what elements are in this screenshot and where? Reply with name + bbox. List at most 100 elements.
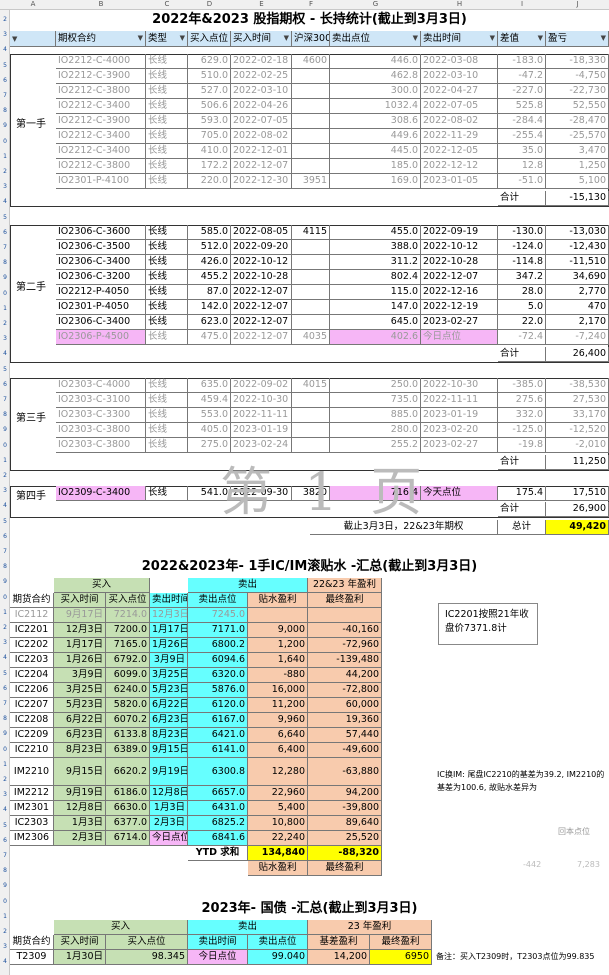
table-cell[interactable]: -51.0 (498, 174, 546, 189)
table-cell[interactable]: 2月3日 (150, 816, 188, 831)
table-cell[interactable]: 35.0 (498, 144, 546, 159)
table-cell[interactable]: 2月3日 (54, 831, 106, 846)
row-number[interactable]: 6 (0, 381, 10, 389)
table-cell[interactable]: 6950 (370, 950, 432, 965)
table-cell[interactable]: 445.0 (330, 144, 421, 159)
table-cell[interactable]: T2309 (10, 950, 54, 965)
table-cell[interactable]: 长线 (146, 240, 188, 255)
table-cell[interactable]: 2022-02-25 (231, 69, 292, 84)
chevron-down-icon[interactable]: ▼ (601, 31, 606, 46)
row-number[interactable]: 6 (0, 685, 10, 693)
subheader-5[interactable]: 贴水盈利 (248, 593, 308, 608)
row-number[interactable]: 7 (0, 244, 10, 252)
table-cell[interactable]: 629.0 (188, 54, 231, 69)
table-cell[interactable]: -130.0 (498, 225, 546, 240)
ytd-final[interactable]: -88,320 (308, 846, 382, 861)
table-cell[interactable]: 635.0 (188, 378, 231, 393)
row-number[interactable]: 4 (0, 46, 10, 54)
table-cell[interactable]: 220.0 (188, 174, 231, 189)
ytd-label[interactable]: YTD 求和 (188, 846, 248, 861)
row-number[interactable]: 4 (0, 502, 10, 510)
column-header-H[interactable]: H (421, 0, 498, 8)
table-cell[interactable]: IO2303-C-4000 (56, 378, 146, 393)
table-cell[interactable]: IM2306 (10, 831, 54, 846)
table-cell[interactable] (292, 270, 330, 285)
table-cell[interactable]: 585.0 (188, 225, 231, 240)
table-cell[interactable]: -139,480 (308, 653, 382, 668)
header-1[interactable]: 类型 ▼ (146, 31, 188, 47)
row-number[interactable]: 6 (0, 837, 10, 845)
table-cell[interactable]: 275.6 (498, 393, 546, 408)
table-cell[interactable]: 11,200 (248, 698, 308, 713)
column-header-C[interactable]: C (146, 0, 188, 8)
row-number[interactable]: 9 (0, 578, 10, 586)
table-cell[interactable]: 4115 (292, 225, 330, 240)
header-6[interactable]: 卖出时间 ▼ (421, 31, 498, 47)
row-number[interactable]: 1 (0, 153, 10, 161)
sum-value[interactable]: 11,250 (546, 455, 609, 470)
subheader-5[interactable]: 基差盈利 (308, 935, 370, 950)
table-cell[interactable]: 9月19日 (54, 786, 106, 801)
column-header-F[interactable]: F (292, 0, 330, 8)
row-number[interactable]: 9 (0, 882, 10, 890)
table-cell[interactable]: 长线 (146, 54, 188, 69)
table-cell[interactable]: 19,360 (308, 713, 382, 728)
column-header-E[interactable]: E (231, 0, 292, 8)
table-cell[interactable]: 2022-03-10 (421, 69, 498, 84)
subheader-2[interactable]: 买入点位 (106, 593, 150, 608)
row-number[interactable]: 6 (0, 77, 10, 85)
table-cell[interactable]: IO2306-P-4500 (56, 330, 146, 345)
table-cell[interactable]: IO2212-C-3400 (56, 99, 146, 114)
table-cell[interactable] (308, 608, 382, 623)
row-number[interactable]: 9 (0, 274, 10, 282)
table-cell[interactable]: 2023-02-27 (421, 315, 498, 330)
header-7[interactable]: 差值 ▼ (498, 31, 546, 47)
table-cell[interactable]: 6841.6 (188, 831, 248, 846)
row-number[interactable]: 4 (0, 654, 10, 662)
header-sell[interactable]: 卖出 (188, 578, 308, 593)
table-cell[interactable]: 1月26日 (54, 653, 106, 668)
table-cell[interactable]: 6,640 (248, 728, 308, 743)
table-cell[interactable]: 475.0 (188, 330, 231, 345)
table-cell[interactable]: 7245.0 (188, 608, 248, 623)
table-cell[interactable]: 长线 (146, 114, 188, 129)
table-cell[interactable]: 28.0 (498, 285, 546, 300)
table-cell[interactable]: IC2206 (10, 683, 54, 698)
column-header-J[interactable]: J (546, 0, 609, 8)
table-cell[interactable]: IM2210 (10, 758, 54, 786)
table-cell[interactable]: 2022-10-12 (231, 255, 292, 270)
table-cell[interactable]: 2022-08-02 (231, 129, 292, 144)
table-cell[interactable] (292, 159, 330, 174)
table-cell[interactable]: 402.6 (330, 330, 421, 345)
table-cell[interactable]: IO2306-C-3400 (56, 255, 146, 270)
table-cell[interactable]: -227.0 (498, 84, 546, 99)
row-number[interactable]: 5 (0, 62, 10, 70)
table-cell[interactable]: 长线 (146, 378, 188, 393)
table-cell[interactable]: 1月30日 (54, 950, 106, 965)
table-cell[interactable]: -255.4 (498, 129, 546, 144)
table-cell[interactable]: 34,690 (546, 270, 609, 285)
header-0[interactable]: 期权合约 ▼ (56, 31, 146, 47)
table-cell[interactable]: 6300.8 (188, 758, 248, 786)
table-cell[interactable]: 3月9日 (150, 653, 188, 668)
table-cell[interactable]: 455.2 (188, 270, 231, 285)
header-5[interactable]: 卖出点位 ▼ (330, 31, 421, 47)
table-cell[interactable]: 405.0 (188, 423, 231, 438)
table-cell[interactable]: 6133.8 (106, 728, 150, 743)
table-cell[interactable]: -38,530 (546, 378, 609, 393)
table-cell[interactable]: 1月3日 (150, 801, 188, 816)
table-cell[interactable]: 长线 (146, 99, 188, 114)
table-cell[interactable]: 2022-12-12 (421, 159, 498, 174)
table-cell[interactable]: IO2212-C-3400 (56, 129, 146, 144)
sum-value[interactable]: -15,130 (546, 191, 609, 206)
table-cell[interactable]: 388.0 (330, 240, 421, 255)
table-cell[interactable] (292, 408, 330, 423)
table-cell[interactable]: 长线 (146, 393, 188, 408)
table-cell[interactable] (292, 393, 330, 408)
ytd-sub-label[interactable]: 最终盈利 (308, 861, 382, 876)
table-cell[interactable]: IO2301-P-4100 (56, 174, 146, 189)
table-cell[interactable]: IM2301 (10, 801, 54, 816)
table-cell[interactable]: -63,880 (308, 758, 382, 786)
table-cell[interactable]: 7171.0 (188, 623, 248, 638)
table-cell[interactable]: 9月17日 (54, 608, 106, 623)
